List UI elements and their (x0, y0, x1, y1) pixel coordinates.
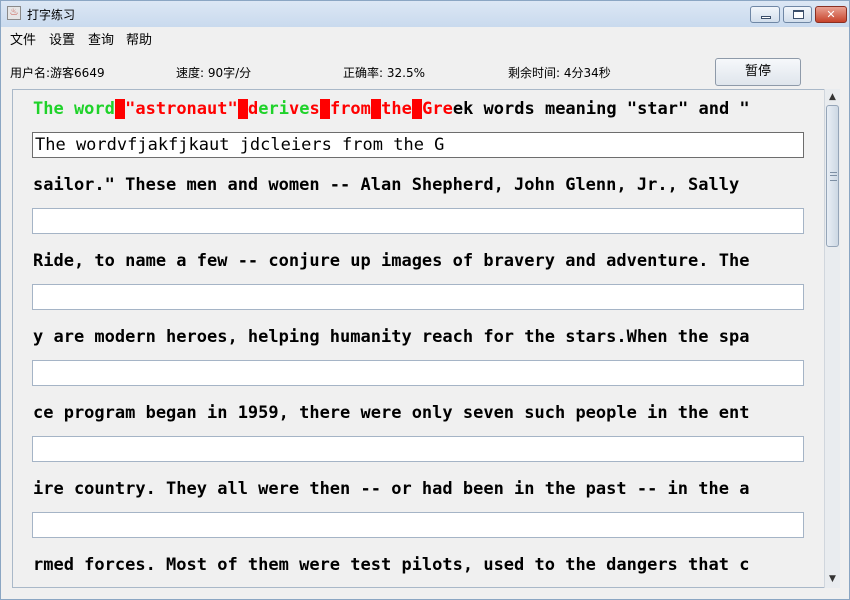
sample-text-line: y are modern heroes, helping humanity re… (33, 326, 749, 348)
scroll-down-arrow-icon[interactable]: ▼ (825, 572, 840, 587)
menu-file[interactable]: 文件 (10, 29, 36, 48)
vertical-scrollbar[interactable]: ▲ ▼ (824, 89, 840, 588)
sample-text-segment: The word (33, 99, 115, 119)
typing-input-field[interactable] (32, 360, 804, 386)
sample-text-segment: from (329, 99, 371, 119)
sample-text-segment: sailor." These men and women -- Alan She… (33, 175, 740, 195)
close-icon: ✕ (826, 8, 836, 21)
sample-text-segment: the (381, 99, 412, 119)
typing-input-field[interactable] (32, 208, 804, 234)
menu-help[interactable]: 帮助 (126, 29, 152, 48)
typing-input-field[interactable]: The wordvfjakfjkaut jdcleiers from the G (32, 132, 804, 158)
typing-input-field[interactable] (32, 436, 804, 462)
maximize-icon (793, 10, 804, 19)
sample-text-segment: Ride, to name a few -- conjure up images… (33, 251, 750, 271)
sample-text-line: The word "astronaut" derives from the Gr… (33, 98, 750, 120)
maximize-button[interactable] (783, 6, 812, 23)
sample-text-segment: ire country. They all were then -- or ha… (33, 479, 750, 499)
sample-text-segment: s (309, 99, 320, 119)
minimize-icon (761, 16, 771, 19)
sample-text-segment (237, 99, 248, 119)
menu-query[interactable]: 查询 (88, 29, 114, 48)
grip-icon (830, 172, 837, 181)
sample-text-segment: ek words meaning "star" and " (452, 99, 750, 119)
sample-text-line: ire country. They all were then -- or ha… (33, 478, 749, 500)
time-left-label: 剩余时间: 4分34秒 (508, 66, 611, 80)
typing-input-field[interactable] (32, 284, 804, 310)
speed-label: 速度: 90字/分 (176, 66, 252, 80)
sample-text-segment (114, 99, 126, 119)
sample-text-segment: Gre (422, 99, 453, 119)
typing-input-field[interactable] (32, 512, 804, 538)
sample-text-line: rmed forces. Most of them were test pilo… (33, 554, 749, 576)
sample-text-segment (411, 99, 423, 119)
menu-settings[interactable]: 设置 (49, 29, 75, 48)
sample-text-segment: "astronaut" (125, 99, 238, 119)
sample-text-segment: rmed forces. Most of them were test pilo… (33, 555, 750, 575)
sample-text-segment: eri (258, 99, 289, 119)
minimize-button[interactable] (750, 6, 780, 23)
sample-text-segment: y are modern heroes, helping humanity re… (33, 327, 750, 347)
sample-text-segment (319, 99, 330, 119)
sample-text-segment: ce program began in 1959, there were onl… (33, 403, 750, 423)
pause-button[interactable]: 暂停 (715, 58, 801, 86)
sample-text-segment: d (247, 99, 259, 119)
sample-text-segment: e (299, 99, 310, 119)
scroll-up-arrow-icon[interactable]: ▲ (825, 90, 840, 105)
menu-bar: 文件 设置 查询 帮助 (1, 27, 849, 49)
window-title: 打字练习 (27, 8, 76, 22)
sample-text-line: Ride, to name a few -- conjure up images… (33, 250, 749, 272)
app-window: ♨ 打字练习 ✕ 文件 设置 查询 帮助 用户名:游客6649 速度: 90字/… (0, 0, 850, 600)
typing-panel: The word "astronaut" derives from the Gr… (12, 89, 840, 588)
sample-text-segment: v (288, 99, 300, 119)
sample-text-line: sailor." These men and women -- Alan She… (33, 174, 739, 196)
scrollbar-thumb[interactable] (826, 105, 839, 247)
user-name-label: 用户名:游客6649 (10, 66, 105, 80)
title-bar[interactable]: ♨ 打字练习 ✕ (1, 1, 849, 27)
close-button[interactable]: ✕ (815, 6, 847, 23)
java-cup-icon: ♨ (7, 6, 21, 20)
sample-text-line: ce program began in 1959, there were onl… (33, 402, 749, 424)
sample-text-segment (370, 99, 382, 119)
accuracy-label: 正确率: 32.5% (343, 66, 425, 80)
